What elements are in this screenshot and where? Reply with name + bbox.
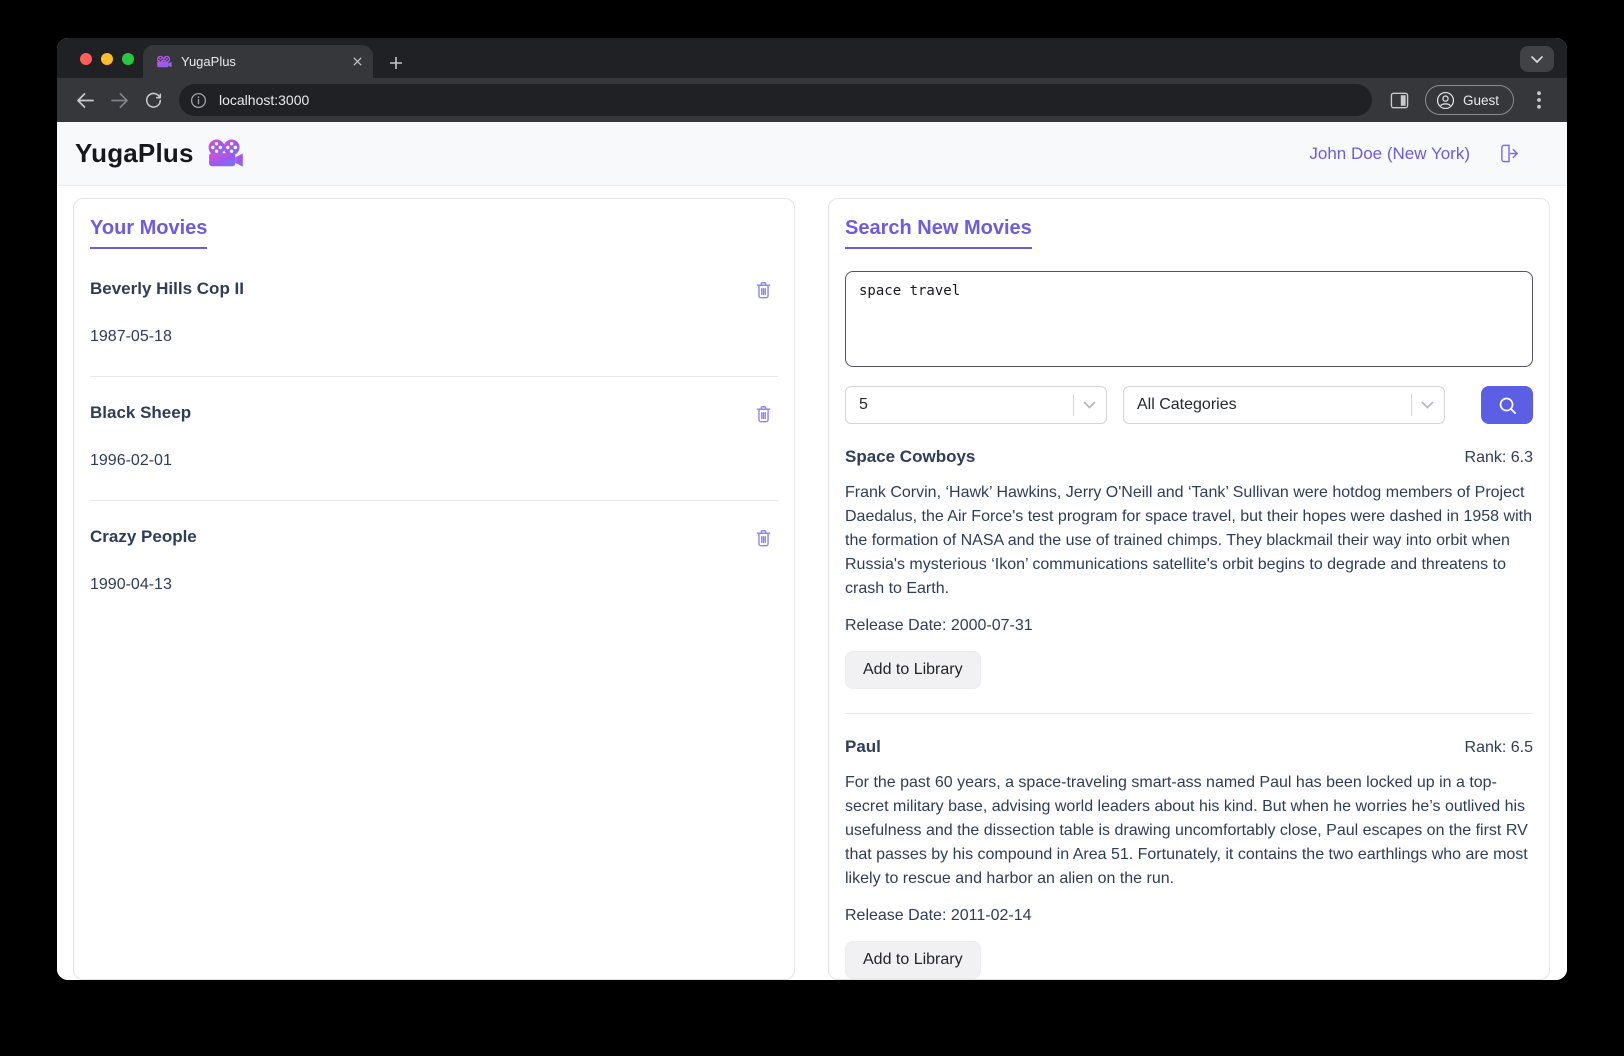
movie-release-date: 1996-02-01 <box>90 452 172 469</box>
result-title: Space Cowboys <box>845 447 976 466</box>
window-controls <box>80 53 134 65</box>
browser-tab[interactable]: YugaPlus <box>143 45 373 78</box>
close-window-button[interactable] <box>80 53 92 65</box>
result-rank: Rank: 6.3 <box>1464 449 1533 466</box>
profile-button[interactable]: Guest <box>1424 85 1514 115</box>
tab-strip: YugaPlus <box>57 38 1567 78</box>
user-name: John Doe (New York) <box>1309 143 1470 163</box>
side-panel-icon[interactable] <box>1385 85 1415 115</box>
search-movies-panel: Search New Movies space travel 5 All Cat… <box>828 198 1550 980</box>
brand: YugaPlus <box>75 138 244 169</box>
search-result: Paul Rank: 6.5 For the past 60 years, a … <box>845 714 1533 980</box>
tab-favicon-movie-camera-icon <box>156 55 172 69</box>
browser-window: YugaPlus localhost:3000 Guest YugaPlus J… <box>57 38 1567 980</box>
search-new-movies-title: Search New Movies <box>845 217 1032 249</box>
tab-close-icon[interactable] <box>352 56 363 67</box>
movie-title: Crazy People <box>90 527 197 546</box>
search-icon <box>1499 397 1516 414</box>
result-release-date: Release Date: 2000-07-31 <box>845 617 1033 634</box>
result-description: Frank Corvin, ‘Hawk’ Hawkins, Jerry O'Ne… <box>845 484 1532 597</box>
result-limit-select[interactable]: 5 <box>845 386 1107 424</box>
category-value: All Categories <box>1137 396 1237 413</box>
movie-camera-logo-icon <box>206 138 244 169</box>
maximize-window-button[interactable] <box>122 53 134 65</box>
chevron-down-icon <box>1421 401 1434 409</box>
delete-movie-button[interactable] <box>753 527 774 549</box>
yugaplus-page: YugaPlus John Doe (New York) Your Movies… <box>57 122 1567 980</box>
result-title: Paul <box>845 737 881 756</box>
search-query-input[interactable]: space travel <box>845 271 1533 367</box>
result-limit-value: 5 <box>859 396 868 413</box>
back-button[interactable] <box>70 85 100 115</box>
add-to-library-button[interactable]: Add to Library <box>845 651 981 689</box>
movie-title: Black Sheep <box>90 403 192 422</box>
sign-out-icon <box>1501 144 1518 163</box>
library-movie-row: Beverly Hills Cop II 1987-05-18 <box>90 249 778 377</box>
desktop-background: YugaPlus localhost:3000 Guest YugaPlus J… <box>0 0 1624 1056</box>
main-content: Your Movies Beverly Hills Cop II 1987-05… <box>57 186 1567 980</box>
your-movies-title: Your Movies <box>90 217 208 249</box>
your-movies-panel: Your Movies Beverly Hills Cop II 1987-05… <box>73 198 795 980</box>
guest-avatar-icon <box>1436 91 1455 109</box>
library-movie-row: Crazy People 1990-04-13 <box>90 501 778 624</box>
category-select[interactable]: All Categories <box>1123 386 1445 424</box>
search-controls: 5 All Categories <box>845 386 1533 424</box>
minimize-window-button[interactable] <box>101 53 113 65</box>
trash-icon <box>756 282 771 299</box>
trash-icon <box>756 406 771 423</box>
site-info-icon[interactable] <box>186 88 210 112</box>
movie-title: Beverly Hills Cop II <box>90 279 244 298</box>
address-bar[interactable]: localhost:3000 <box>179 84 1372 116</box>
chevron-down-icon <box>1083 401 1096 409</box>
forward-button[interactable] <box>104 85 134 115</box>
url-text: localhost:3000 <box>219 92 310 108</box>
result-description: For the past 60 years, a space-traveling… <box>845 774 1528 887</box>
movie-release-date: 1990-04-13 <box>90 576 172 593</box>
browser-menu-kebab-icon[interactable] <box>1524 85 1554 115</box>
guest-label: Guest <box>1462 92 1499 108</box>
search-result: Space Cowboys Rank: 6.3 Frank Corvin, ‘H… <box>845 424 1533 714</box>
new-tab-button[interactable] <box>389 56 403 70</box>
app-header: YugaPlus John Doe (New York) <box>57 122 1567 186</box>
result-rank: Rank: 6.5 <box>1464 739 1533 756</box>
add-to-library-button[interactable]: Add to Library <box>845 941 981 979</box>
reload-button[interactable] <box>138 85 168 115</box>
app-title: YugaPlus <box>75 138 194 168</box>
logout-button[interactable] <box>1497 142 1522 165</box>
result-release-date: Release Date: 2011-02-14 <box>845 907 1032 924</box>
tab-title: YugaPlus <box>181 54 236 69</box>
tab-overflow-chevron-down-icon[interactable] <box>1520 46 1554 72</box>
library-movie-row: Black Sheep 1996-02-01 <box>90 377 778 501</box>
delete-movie-button[interactable] <box>753 279 774 301</box>
browser-toolbar: localhost:3000 Guest <box>57 78 1567 122</box>
delete-movie-button[interactable] <box>753 403 774 425</box>
trash-icon <box>756 530 771 547</box>
movie-release-date: 1987-05-18 <box>90 328 172 345</box>
search-button[interactable] <box>1481 386 1533 424</box>
